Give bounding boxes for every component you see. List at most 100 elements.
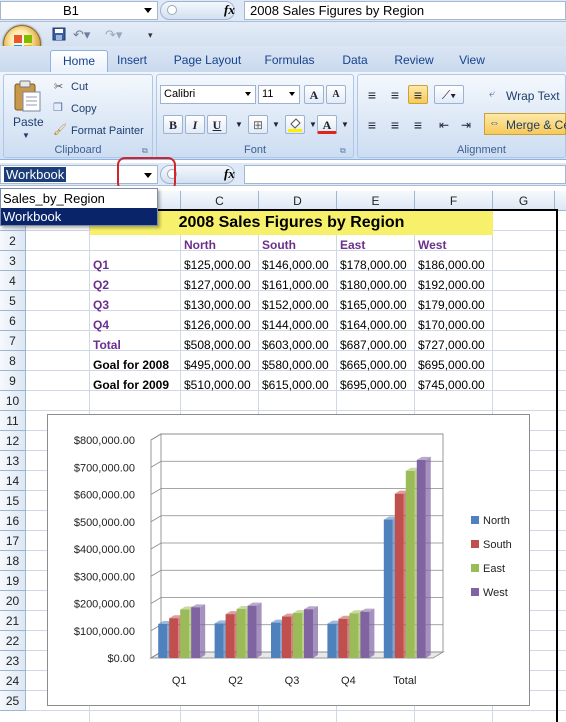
- row-header[interactable]: 6: [0, 311, 26, 331]
- row-header[interactable]: 7: [0, 331, 26, 351]
- font-color-button[interactable]: A: [317, 115, 337, 134]
- row-header[interactable]: 13: [0, 451, 26, 471]
- value-cell[interactable]: $687,000.00: [337, 335, 415, 355]
- row-label-cell[interactable]: Q2: [90, 275, 181, 295]
- value-cell[interactable]: $186,000.00: [415, 255, 493, 275]
- value-cell[interactable]: $180,000.00: [337, 275, 415, 295]
- align-top-icon[interactable]: ≡: [362, 85, 382, 104]
- row-header[interactable]: 17: [0, 531, 26, 551]
- tab-view[interactable]: View: [454, 50, 490, 72]
- italic-button[interactable]: I: [185, 115, 205, 134]
- fill-color-icon[interactable]: [285, 115, 305, 134]
- value-cell[interactable]: $727,000.00: [415, 335, 493, 355]
- orientation-icon[interactable]: ⟋▾: [434, 85, 464, 104]
- paste-button[interactable]: Paste: [13, 115, 44, 129]
- font-size-select[interactable]: 11: [258, 85, 300, 104]
- align-center-icon[interactable]: ≡: [385, 115, 405, 134]
- row-header[interactable]: 5: [0, 291, 26, 311]
- row-header[interactable]: 22: [0, 631, 26, 651]
- decrease-indent-icon[interactable]: ⇤: [434, 115, 454, 134]
- tab-page-layout[interactable]: Page Layout: [170, 50, 245, 72]
- tab-formulas[interactable]: Formulas: [262, 50, 317, 72]
- top-formula-input[interactable]: 2008 Sales Figures by Region: [244, 1, 566, 20]
- redo-icon[interactable]: ↷▾: [105, 27, 122, 43]
- cut-button[interactable]: Cut: [71, 81, 88, 93]
- resize-handle-icon[interactable]: [167, 5, 177, 15]
- value-cell[interactable]: $665,000.00: [337, 355, 415, 375]
- value-cell[interactable]: $127,000.00: [181, 275, 259, 295]
- value-cell[interactable]: $615,000.00: [259, 375, 337, 395]
- value-cell[interactable]: $126,000.00: [181, 315, 259, 335]
- borders-dropdown-icon[interactable]: ▼: [266, 115, 286, 134]
- dropdown-item-workbook[interactable]: Workbook: [1, 208, 157, 225]
- value-cell[interactable]: $161,000.00: [259, 275, 337, 295]
- shrink-font-button[interactable]: A: [326, 85, 346, 104]
- value-cell[interactable]: $695,000.00: [415, 355, 493, 375]
- column-header-d[interactable]: D: [259, 191, 337, 211]
- tab-data[interactable]: Data: [337, 50, 373, 72]
- value-cell[interactable]: $152,000.00: [259, 295, 337, 315]
- tab-insert[interactable]: Insert: [112, 50, 152, 72]
- row-header[interactable]: 14: [0, 471, 26, 491]
- value-cell[interactable]: $508,000.00: [181, 335, 259, 355]
- value-cell[interactable]: $125,000.00: [181, 255, 259, 275]
- increase-indent-icon[interactable]: ⇥: [456, 115, 476, 134]
- row-header[interactable]: 19: [0, 571, 26, 591]
- value-cell[interactable]: $170,000.00: [415, 315, 493, 335]
- dialog-launcher-icon[interactable]: ⧉: [340, 146, 346, 156]
- value-cell[interactable]: $510,000.00: [181, 375, 259, 395]
- wrap-text-button[interactable]: Wrap Text: [506, 89, 560, 103]
- font-name-select[interactable]: Calibri: [160, 85, 256, 104]
- value-cell[interactable]: $165,000.00: [337, 295, 415, 315]
- merge-center-button[interactable]: Merge & Ce: [506, 118, 566, 132]
- column-label-cell[interactable]: West: [415, 235, 493, 255]
- copy-button[interactable]: Copy: [71, 103, 97, 115]
- value-cell[interactable]: $146,000.00: [259, 255, 337, 275]
- value-cell[interactable]: $144,000.00: [259, 315, 337, 335]
- column-label-cell[interactable]: East: [337, 235, 415, 255]
- row-label-cell[interactable]: Q3: [90, 295, 181, 315]
- row-label-cell[interactable]: Goal for 2008: [90, 355, 181, 375]
- formula-input[interactable]: [244, 165, 566, 184]
- column-header-f[interactable]: F: [415, 191, 493, 211]
- column-label-cell[interactable]: South: [259, 235, 337, 255]
- value-cell[interactable]: $130,000.00: [181, 295, 259, 315]
- row-header[interactable]: 18: [0, 551, 26, 571]
- dropdown-item-sales-by-region[interactable]: Sales_by_Region: [1, 190, 157, 207]
- align-left-icon[interactable]: ≡: [362, 115, 382, 134]
- row-header[interactable]: 23: [0, 651, 26, 671]
- underline-dropdown-icon[interactable]: ▼: [229, 115, 249, 134]
- value-cell[interactable]: $495,000.00: [181, 355, 259, 375]
- undo-icon[interactable]: ↶▾: [73, 27, 90, 43]
- paste-icon[interactable]: [12, 80, 42, 115]
- row-header[interactable]: 16: [0, 511, 26, 531]
- value-cell[interactable]: $580,000.00: [259, 355, 337, 375]
- value-cell[interactable]: $192,000.00: [415, 275, 493, 295]
- name-dropdown-list[interactable]: Sales_by_Region Workbook: [0, 188, 158, 226]
- value-cell[interactable]: $603,000.00: [259, 335, 337, 355]
- row-label-cell[interactable]: Q1: [90, 255, 181, 275]
- column-header-e[interactable]: E: [337, 191, 415, 211]
- row-header[interactable]: 11: [0, 411, 26, 431]
- row-header[interactable]: 8: [0, 351, 26, 371]
- align-bottom-icon[interactable]: ≡: [408, 85, 428, 104]
- insert-function-icon[interactable]: fx: [224, 166, 235, 182]
- font-color-dropdown-icon[interactable]: ▼: [335, 115, 355, 134]
- grow-font-button[interactable]: A: [304, 85, 324, 104]
- value-cell[interactable]: $179,000.00: [415, 295, 493, 315]
- column-label-cell[interactable]: North: [181, 235, 259, 255]
- value-cell[interactable]: $695,000.00: [337, 375, 415, 395]
- paste-dropdown-icon[interactable]: ▼: [22, 131, 30, 140]
- row-header[interactable]: 4: [0, 271, 26, 291]
- row-label-cell[interactable]: Q4: [90, 315, 181, 335]
- row-header[interactable]: 12: [0, 431, 26, 451]
- row-header[interactable]: 15: [0, 491, 26, 511]
- value-cell[interactable]: $178,000.00: [337, 255, 415, 275]
- row-header[interactable]: 9: [0, 371, 26, 391]
- borders-icon[interactable]: ⊞: [248, 115, 268, 134]
- format-painter-button[interactable]: Format Painter: [71, 125, 144, 137]
- row-header[interactable]: 20: [0, 591, 26, 611]
- top-name-box[interactable]: B1: [0, 1, 158, 20]
- dialog-launcher-icon[interactable]: ⧉: [142, 146, 148, 156]
- bold-button[interactable]: B: [163, 115, 183, 134]
